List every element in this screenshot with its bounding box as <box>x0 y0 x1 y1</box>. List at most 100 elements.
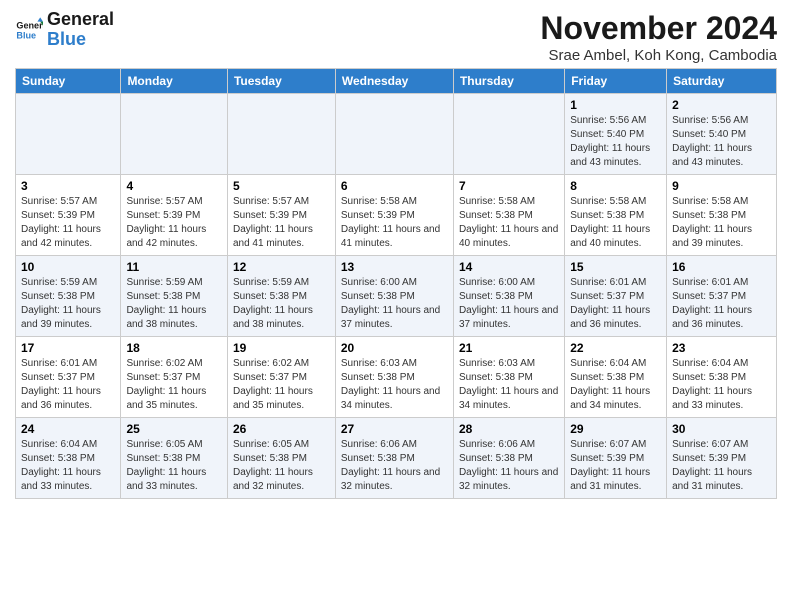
day-cell: 20Sunrise: 6:03 AMSunset: 5:38 PMDayligh… <box>335 337 453 418</box>
logo-icon: General Blue <box>15 16 43 44</box>
day-cell: 6 Sunrise: 5:58 AMSunset: 5:39 PMDaylight… <box>335 175 453 256</box>
day-number: 13 <box>341 260 448 274</box>
header-cell-wednesday: Wednesday <box>335 69 453 94</box>
day-info: Sunrise: 6:04 AMSunset: 5:38 PMDaylight:… <box>570 357 661 413</box>
day-info: Sunrise: 6:04 AMSunset: 5:38 PMDaylight:… <box>21 438 115 494</box>
day-cell: 24Sunrise: 6:04 AMSunset: 5:38 PMDayligh… <box>16 418 121 499</box>
title-block: November 2024 Srae Ambel, Koh Kong, Camb… <box>540 10 777 64</box>
day-cell: 25 Sunrise: 6:05 AMSunset: 5:38 PMDayligh… <box>121 418 228 499</box>
day-cell: 28 Sunrise: 6:06 AMSunset: 5:38 PMDayligh… <box>453 418 564 499</box>
day-info: Sunrise: 6:05 AMSunset: 5:38 PMDaylight:… <box>233 438 330 494</box>
day-info: Sunrise: 5:58 AMSunset: 5:38 PMDaylight:… <box>459 195 559 251</box>
day-info: Sunrise: 6:06 AMSunset: 5:38 PMDaylight:… <box>341 438 448 494</box>
day-cell <box>335 94 453 175</box>
day-number: 22 <box>570 341 661 355</box>
day-number: 6 <box>341 179 448 193</box>
day-cell: 30 Sunrise: 6:07 AMSunset: 5:39 PMDayligh… <box>667 418 777 499</box>
day-cell <box>121 94 228 175</box>
day-info: Sunrise: 5:56 AMSunset: 5:40 PMDaylight:… <box>672 114 771 170</box>
day-number: 21 <box>459 341 559 355</box>
day-cell: 1Sunrise: 5:56 AMSunset: 5:40 PMDaylight… <box>565 94 667 175</box>
sub-title: Srae Ambel, Koh Kong, Cambodia <box>540 47 777 64</box>
day-info: Sunrise: 6:01 AMSunset: 5:37 PMDaylight:… <box>570 276 661 332</box>
day-info: Sunrise: 5:57 AMSunset: 5:39 PMDaylight:… <box>21 195 115 251</box>
header-cell-tuesday: Tuesday <box>227 69 335 94</box>
day-cell <box>16 94 121 175</box>
day-cell: 10Sunrise: 5:59 AMSunset: 5:38 PMDayligh… <box>16 256 121 337</box>
day-number: 12 <box>233 260 330 274</box>
day-info: Sunrise: 5:59 AMSunset: 5:38 PMDaylight:… <box>233 276 330 332</box>
week-row-4: 17 Sunrise: 6:01 AMSunset: 5:37 PMDayligh… <box>16 337 777 418</box>
day-cell: 16 Sunrise: 6:01 AMSunset: 5:37 PMDayligh… <box>667 256 777 337</box>
week-row-3: 10Sunrise: 5:59 AMSunset: 5:38 PMDayligh… <box>16 256 777 337</box>
day-number: 23 <box>672 341 771 355</box>
day-number: 26 <box>233 422 330 436</box>
day-number: 28 <box>459 422 559 436</box>
day-number: 14 <box>459 260 559 274</box>
day-number: 25 <box>126 422 222 436</box>
day-cell: 23Sunrise: 6:04 AMSunset: 5:38 PMDayligh… <box>667 337 777 418</box>
week-row-5: 24Sunrise: 6:04 AMSunset: 5:38 PMDayligh… <box>16 418 777 499</box>
day-info: Sunrise: 6:02 AMSunset: 5:37 PMDaylight:… <box>126 357 222 413</box>
day-cell: 27 Sunrise: 6:06 AMSunset: 5:38 PMDayligh… <box>335 418 453 499</box>
day-info: Sunrise: 5:56 AMSunset: 5:40 PMDaylight:… <box>570 114 661 170</box>
day-cell: 14 Sunrise: 6:00 AMSunset: 5:38 PMDayligh… <box>453 256 564 337</box>
day-cell: 15 Sunrise: 6:01 AMSunset: 5:37 PMDayligh… <box>565 256 667 337</box>
day-info: Sunrise: 6:01 AMSunset: 5:37 PMDaylight:… <box>21 357 115 413</box>
day-number: 18 <box>126 341 222 355</box>
day-cell: 29 Sunrise: 6:07 AMSunset: 5:39 PMDayligh… <box>565 418 667 499</box>
logo-text: General Blue <box>47 10 114 50</box>
day-info: Sunrise: 6:05 AMSunset: 5:38 PMDaylight:… <box>126 438 222 494</box>
week-row-1: 1Sunrise: 5:56 AMSunset: 5:40 PMDaylight… <box>16 94 777 175</box>
day-cell <box>227 94 335 175</box>
day-cell: 26 Sunrise: 6:05 AMSunset: 5:38 PMDayligh… <box>227 418 335 499</box>
day-cell: 8 Sunrise: 5:58 AMSunset: 5:38 PMDaylight… <box>565 175 667 256</box>
day-number: 29 <box>570 422 661 436</box>
day-cell: 4 Sunrise: 5:57 AMSunset: 5:39 PMDaylight… <box>121 175 228 256</box>
day-cell: 21Sunrise: 6:03 AMSunset: 5:38 PMDayligh… <box>453 337 564 418</box>
calendar-table: SundayMondayTuesdayWednesdayThursdayFrid… <box>15 68 777 499</box>
day-number: 15 <box>570 260 661 274</box>
day-cell: 18 Sunrise: 6:02 AMSunset: 5:37 PMDayligh… <box>121 337 228 418</box>
day-cell: 19 Sunrise: 6:02 AMSunset: 5:37 PMDayligh… <box>227 337 335 418</box>
day-number: 8 <box>570 179 661 193</box>
day-info: Sunrise: 6:01 AMSunset: 5:37 PMDaylight:… <box>672 276 771 332</box>
logo: General Blue General Blue <box>15 10 114 50</box>
day-cell <box>453 94 564 175</box>
day-cell: 3Sunrise: 5:57 AMSunset: 5:39 PMDaylight… <box>16 175 121 256</box>
day-number: 4 <box>126 179 222 193</box>
day-number: 30 <box>672 422 771 436</box>
day-info: Sunrise: 6:06 AMSunset: 5:38 PMDaylight:… <box>459 438 559 494</box>
day-number: 17 <box>21 341 115 355</box>
day-cell: 2 Sunrise: 5:56 AMSunset: 5:40 PMDaylight… <box>667 94 777 175</box>
day-info: Sunrise: 5:58 AMSunset: 5:39 PMDaylight:… <box>341 195 448 251</box>
day-number: 27 <box>341 422 448 436</box>
page-header: General Blue General Blue November 2024 … <box>15 10 777 64</box>
day-info: Sunrise: 6:07 AMSunset: 5:39 PMDaylight:… <box>672 438 771 494</box>
day-info: Sunrise: 6:02 AMSunset: 5:37 PMDaylight:… <box>233 357 330 413</box>
day-info: Sunrise: 5:58 AMSunset: 5:38 PMDaylight:… <box>672 195 771 251</box>
day-info: Sunrise: 5:58 AMSunset: 5:38 PMDaylight:… <box>570 195 661 251</box>
day-cell: 12 Sunrise: 5:59 AMSunset: 5:38 PMDayligh… <box>227 256 335 337</box>
day-number: 19 <box>233 341 330 355</box>
week-row-2: 3Sunrise: 5:57 AMSunset: 5:39 PMDaylight… <box>16 175 777 256</box>
day-cell: 11Sunrise: 5:59 AMSunset: 5:38 PMDayligh… <box>121 256 228 337</box>
header-cell-saturday: Saturday <box>667 69 777 94</box>
header-cell-friday: Friday <box>565 69 667 94</box>
day-cell: 22 Sunrise: 6:04 AMSunset: 5:38 PMDayligh… <box>565 337 667 418</box>
day-number: 2 <box>672 98 771 112</box>
day-number: 16 <box>672 260 771 274</box>
day-cell: 5Sunrise: 5:57 AMSunset: 5:39 PMDaylight… <box>227 175 335 256</box>
day-cell: 9Sunrise: 5:58 AMSunset: 5:38 PMDaylight… <box>667 175 777 256</box>
day-info: Sunrise: 6:07 AMSunset: 5:39 PMDaylight:… <box>570 438 661 494</box>
day-info: Sunrise: 6:03 AMSunset: 5:38 PMDaylight:… <box>341 357 448 413</box>
day-info: Sunrise: 6:00 AMSunset: 5:38 PMDaylight:… <box>341 276 448 332</box>
header-row: SundayMondayTuesdayWednesdayThursdayFrid… <box>16 69 777 94</box>
day-info: Sunrise: 5:59 AMSunset: 5:38 PMDaylight:… <box>21 276 115 332</box>
day-info: Sunrise: 5:57 AMSunset: 5:39 PMDaylight:… <box>126 195 222 251</box>
day-cell: 7Sunrise: 5:58 AMSunset: 5:38 PMDaylight… <box>453 175 564 256</box>
header-cell-sunday: Sunday <box>16 69 121 94</box>
header-cell-thursday: Thursday <box>453 69 564 94</box>
day-info: Sunrise: 6:00 AMSunset: 5:38 PMDaylight:… <box>459 276 559 332</box>
calendar-body: 1Sunrise: 5:56 AMSunset: 5:40 PMDaylight… <box>16 94 777 499</box>
